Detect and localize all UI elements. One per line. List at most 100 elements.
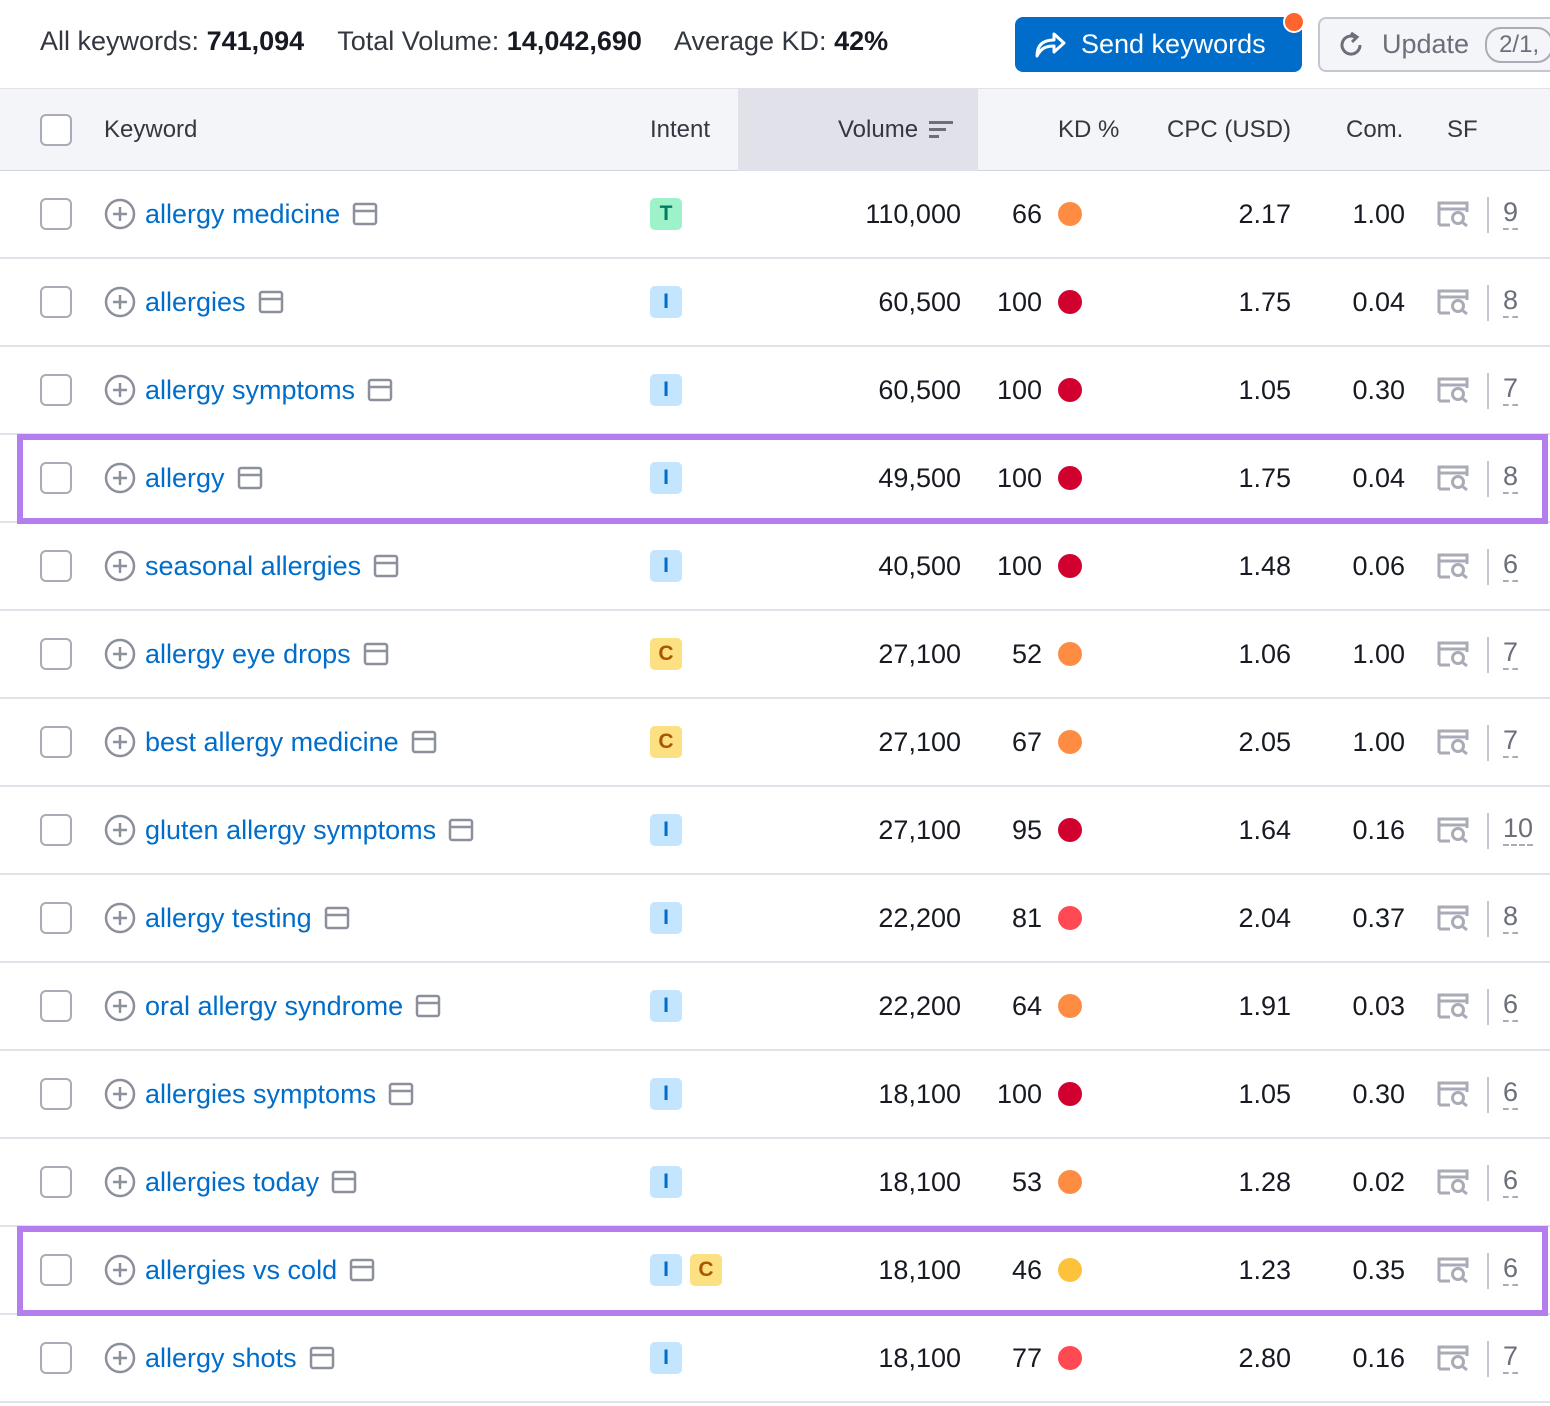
row-checkbox[interactable] bbox=[40, 990, 72, 1022]
keyword-link[interactable]: allergies vs cold bbox=[145, 1255, 337, 1286]
add-keyword-icon[interactable] bbox=[104, 286, 136, 318]
sf-count-link[interactable]: 9 bbox=[1503, 197, 1519, 230]
row-checkbox[interactable] bbox=[40, 638, 72, 670]
sf-count-link[interactable]: 7 bbox=[1503, 373, 1519, 406]
column-kd[interactable]: KD % bbox=[1058, 89, 1119, 171]
serp-preview-icon[interactable] bbox=[448, 818, 474, 842]
sf-count-link[interactable]: 6 bbox=[1503, 989, 1519, 1022]
serp-features-icon[interactable] bbox=[1436, 1168, 1470, 1196]
add-keyword-icon[interactable] bbox=[104, 990, 136, 1022]
serp-preview-icon[interactable] bbox=[411, 730, 437, 754]
intent-badge: I bbox=[650, 1078, 682, 1110]
add-keyword-icon[interactable] bbox=[104, 550, 136, 582]
update-button[interactable]: Update 2/1, bbox=[1318, 17, 1550, 72]
serp-preview-icon[interactable] bbox=[324, 906, 350, 930]
row-checkbox[interactable] bbox=[40, 550, 72, 582]
keyword-link[interactable]: oral allergy syndrome bbox=[145, 991, 403, 1022]
sf-count-link[interactable]: 8 bbox=[1503, 901, 1519, 934]
keyword-link[interactable]: allergy bbox=[145, 463, 225, 494]
serp-features-icon[interactable] bbox=[1436, 816, 1470, 844]
row-checkbox[interactable] bbox=[40, 1254, 72, 1286]
table-row: allergy medicine T 110,000 66 2.17 1.00 … bbox=[0, 171, 1550, 259]
keyword-link[interactable]: gluten allergy symptoms bbox=[145, 815, 436, 846]
row-checkbox[interactable] bbox=[40, 1078, 72, 1110]
serp-preview-icon[interactable] bbox=[363, 642, 389, 666]
sf-count-cell: 10 bbox=[1503, 787, 1534, 873]
serp-features-icon[interactable] bbox=[1436, 1080, 1470, 1108]
row-checkbox[interactable] bbox=[40, 1342, 72, 1374]
sf-count-link[interactable]: 7 bbox=[1503, 725, 1519, 758]
add-keyword-icon[interactable] bbox=[104, 726, 136, 758]
sf-count-link[interactable]: 6 bbox=[1503, 1165, 1519, 1198]
sf-count-link[interactable]: 7 bbox=[1503, 637, 1519, 670]
column-com[interactable]: Com. bbox=[1346, 89, 1403, 171]
keyword-link[interactable]: allergy medicine bbox=[145, 199, 340, 230]
sf-count-link[interactable]: 10 bbox=[1503, 813, 1534, 846]
row-checkbox[interactable] bbox=[40, 198, 72, 230]
sf-count-link[interactable]: 6 bbox=[1503, 1077, 1519, 1110]
row-checkbox[interactable] bbox=[40, 902, 72, 934]
column-keyword[interactable]: Keyword bbox=[104, 89, 197, 171]
row-checkbox[interactable] bbox=[40, 374, 72, 406]
serp-features-icon[interactable] bbox=[1436, 904, 1470, 932]
serp-preview-icon[interactable] bbox=[388, 1082, 414, 1106]
column-intent[interactable]: Intent bbox=[650, 89, 710, 171]
sf-count-link[interactable]: 6 bbox=[1503, 1253, 1519, 1286]
keyword-link[interactable]: allergies symptoms bbox=[145, 1079, 376, 1110]
add-keyword-icon[interactable] bbox=[104, 814, 136, 846]
add-keyword-icon[interactable] bbox=[104, 1342, 136, 1374]
serp-preview-icon[interactable] bbox=[415, 994, 441, 1018]
add-keyword-icon[interactable] bbox=[104, 1166, 136, 1198]
keyword-link[interactable]: seasonal allergies bbox=[145, 551, 361, 582]
row-checkbox[interactable] bbox=[40, 286, 72, 318]
row-checkbox[interactable] bbox=[40, 462, 72, 494]
sf-count-link[interactable]: 8 bbox=[1503, 285, 1519, 318]
keyword-link[interactable]: allergies today bbox=[145, 1167, 319, 1198]
row-checkbox[interactable] bbox=[40, 726, 72, 758]
serp-features-icon[interactable] bbox=[1436, 464, 1470, 492]
serp-preview-icon[interactable] bbox=[367, 378, 393, 402]
intent-badge: I bbox=[650, 990, 682, 1022]
keyword-link[interactable]: allergy shots bbox=[145, 1343, 297, 1374]
sf-count-link[interactable]: 6 bbox=[1503, 549, 1519, 582]
column-volume[interactable]: Volume bbox=[838, 89, 954, 171]
serp-features-icon[interactable] bbox=[1436, 1344, 1470, 1372]
add-keyword-icon[interactable] bbox=[104, 462, 136, 494]
row-checkbox[interactable] bbox=[40, 814, 72, 846]
add-keyword-icon[interactable] bbox=[104, 198, 136, 230]
keyword-link[interactable]: best allergy medicine bbox=[145, 727, 399, 758]
serp-features-icon[interactable] bbox=[1436, 376, 1470, 404]
serp-preview-icon[interactable] bbox=[237, 466, 263, 490]
serp-preview-icon[interactable] bbox=[352, 202, 378, 226]
serp-features-icon[interactable] bbox=[1436, 552, 1470, 580]
sf-separator bbox=[1487, 637, 1489, 673]
column-sf[interactable]: SF bbox=[1447, 89, 1478, 171]
keyword-link[interactable]: allergies bbox=[145, 287, 246, 318]
serp-features-icon[interactable] bbox=[1436, 728, 1470, 756]
column-cpc[interactable]: CPC (USD) bbox=[1167, 89, 1291, 171]
sf-count-link[interactable]: 8 bbox=[1503, 461, 1519, 494]
kd-cell: 46 bbox=[1012, 1227, 1082, 1313]
serp-features-icon[interactable] bbox=[1436, 992, 1470, 1020]
serp-preview-icon[interactable] bbox=[309, 1346, 335, 1370]
add-keyword-icon[interactable] bbox=[104, 638, 136, 670]
serp-features-icon[interactable] bbox=[1436, 1256, 1470, 1284]
keyword-link[interactable]: allergy symptoms bbox=[145, 375, 355, 406]
serp-preview-icon[interactable] bbox=[373, 554, 399, 578]
keyword-link[interactable]: allergy testing bbox=[145, 903, 312, 934]
send-keywords-button[interactable]: Send keywords bbox=[1015, 17, 1302, 72]
serp-features-icon[interactable] bbox=[1436, 200, 1470, 228]
keyword-link[interactable]: allergy eye drops bbox=[145, 639, 351, 670]
add-keyword-icon[interactable] bbox=[104, 1078, 136, 1110]
add-keyword-icon[interactable] bbox=[104, 902, 136, 934]
serp-features-icon[interactable] bbox=[1436, 288, 1470, 316]
serp-features-icon[interactable] bbox=[1436, 640, 1470, 668]
serp-preview-icon[interactable] bbox=[349, 1258, 375, 1282]
sf-count-link[interactable]: 7 bbox=[1503, 1341, 1519, 1374]
serp-preview-icon[interactable] bbox=[331, 1170, 357, 1194]
add-keyword-icon[interactable] bbox=[104, 374, 136, 406]
serp-preview-icon[interactable] bbox=[258, 290, 284, 314]
add-keyword-icon[interactable] bbox=[104, 1254, 136, 1286]
select-all-checkbox[interactable] bbox=[40, 114, 72, 146]
row-checkbox[interactable] bbox=[40, 1166, 72, 1198]
